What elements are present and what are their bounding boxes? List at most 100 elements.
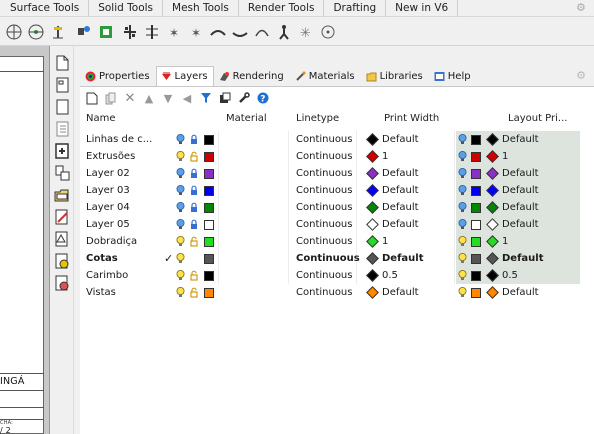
material-page-icon[interactable]: [53, 274, 71, 292]
column-header-print-width[interactable]: Print Width: [384, 111, 439, 127]
layer-lock-icon[interactable]: [189, 287, 199, 298]
layout-visibility-icon[interactable]: [458, 236, 467, 247]
layer-name[interactable]: Layer 02: [86, 165, 130, 182]
folder-page-icon[interactable]: [53, 186, 71, 204]
layout-print-width-value[interactable]: Default: [502, 131, 539, 148]
layer-visibility-icon[interactable]: [176, 134, 185, 145]
arc-icon[interactable]: [252, 22, 272, 42]
layer-lock-icon[interactable]: [189, 151, 199, 162]
pin-icon[interactable]: [74, 22, 94, 42]
layout-print-diamond[interactable]: [486, 252, 499, 265]
print-color-diamond[interactable]: [366, 269, 379, 282]
layout-visibility-icon[interactable]: [458, 185, 467, 196]
layer-lock-icon[interactable]: [189, 202, 199, 213]
layout-print-width-value[interactable]: Default: [502, 165, 539, 182]
layout-print-diamond[interactable]: [486, 184, 499, 197]
edit-page-icon[interactable]: [53, 208, 71, 226]
layer-row[interactable]: Layer 03 Continuous Default Default: [80, 182, 594, 199]
layer-visibility-icon[interactable]: [176, 270, 185, 281]
circle-cross-icon[interactable]: [4, 22, 24, 42]
column-header-linetype[interactable]: Linetype: [296, 111, 339, 127]
layer-linetype[interactable]: Continuous: [296, 250, 360, 267]
layout-visibility-icon[interactable]: [458, 202, 467, 213]
print-color-diamond[interactable]: [366, 235, 379, 248]
layout-color-swatch[interactable]: [471, 288, 481, 298]
layer-color-swatch[interactable]: [204, 152, 214, 162]
layer-visibility-icon[interactable]: [176, 287, 185, 298]
print-width-value[interactable]: 0.5: [382, 267, 398, 284]
layer-name[interactable]: Extrusões: [86, 148, 135, 165]
layer-visibility-icon[interactable]: [176, 219, 185, 230]
layout-visibility-icon[interactable]: [458, 287, 467, 298]
layout-print-width-value[interactable]: Default: [502, 199, 539, 216]
layer-color-swatch[interactable]: [204, 271, 214, 281]
curve-tool-2-icon[interactable]: [230, 22, 250, 42]
layout-print-width-value[interactable]: 0.5: [502, 267, 518, 284]
layer-visibility-icon[interactable]: [176, 151, 185, 162]
warning-page-icon[interactable]: [53, 230, 71, 248]
star-point-icon[interactable]: ✶: [164, 22, 184, 42]
sun-icon[interactable]: ✳: [296, 22, 316, 42]
coin-page-icon[interactable]: [53, 252, 71, 270]
grid-page-icon[interactable]: [53, 120, 71, 138]
layout-color-swatch[interactable]: [471, 203, 481, 213]
toolbar-tab[interactable]: Render Tools: [239, 0, 325, 17]
layout-print-width-value[interactable]: Default: [502, 216, 539, 233]
layer-state-icon[interactable]: [217, 91, 233, 105]
help-layer-icon[interactable]: ?: [255, 91, 271, 105]
layout-print-diamond[interactable]: [486, 286, 499, 299]
toolbar-tab[interactable]: Solid Tools: [89, 0, 164, 17]
print-color-diamond[interactable]: [366, 150, 379, 163]
layer-visibility-icon[interactable]: [176, 236, 185, 247]
layer-row[interactable]: Cotas ✓ Continuous Default Default: [80, 250, 594, 267]
tools-icon[interactable]: [236, 91, 252, 105]
layout-visibility-icon[interactable]: [458, 253, 467, 264]
blank-page-icon[interactable]: [53, 98, 71, 116]
layout-color-swatch[interactable]: [471, 152, 481, 162]
print-width-value[interactable]: Default: [382, 284, 419, 301]
layer-row[interactable]: Layer 04 Continuous Default Default: [80, 199, 594, 216]
layer-visibility-icon[interactable]: [176, 202, 185, 213]
layout-visibility-icon[interactable]: [458, 219, 467, 230]
print-width-value[interactable]: Default: [382, 165, 419, 182]
layer-color-swatch[interactable]: [204, 135, 214, 145]
layer-linetype[interactable]: Continuous: [296, 284, 352, 301]
orbit-icon[interactable]: [26, 22, 46, 42]
print-width-value[interactable]: Default: [382, 250, 424, 267]
layer-name[interactable]: Layer 04: [86, 199, 130, 216]
print-color-diamond[interactable]: [366, 252, 379, 265]
page-layout-icon[interactable]: [53, 76, 71, 94]
tab-materials[interactable]: Materials: [290, 66, 361, 86]
layer-linetype[interactable]: Continuous: [296, 267, 352, 284]
layout-visibility-icon[interactable]: [458, 134, 467, 145]
new-layer-icon[interactable]: [84, 91, 100, 105]
panel-gear-icon[interactable]: ⚙: [576, 69, 586, 82]
circle-target-icon[interactable]: [318, 22, 338, 42]
new-sublayer-icon[interactable]: [103, 91, 119, 105]
layer-lock-icon[interactable]: [189, 236, 199, 247]
layer-linetype[interactable]: Continuous: [296, 165, 352, 182]
print-width-value[interactable]: 1: [382, 148, 388, 165]
shape-select-icon[interactable]: [96, 22, 116, 42]
print-color-diamond[interactable]: [366, 133, 379, 146]
grid-snap-icon[interactable]: [142, 22, 162, 42]
layout-print-diamond[interactable]: [486, 218, 499, 231]
tab-libraries[interactable]: Libraries: [361, 66, 429, 86]
layer-row[interactable]: Extrusões Continuous 1 1: [80, 148, 594, 165]
layer-color-swatch[interactable]: [204, 220, 214, 230]
delete-layer-icon[interactable]: ✕: [122, 91, 138, 106]
viewport-fragment[interactable]: INGÁ CHA: / 2: [0, 46, 50, 434]
layer-color-swatch[interactable]: [204, 254, 214, 264]
tab-layers[interactable]: Layers: [155, 66, 214, 86]
layer-row[interactable]: Dobradiça Continuous 1 1: [80, 233, 594, 250]
layer-linetype[interactable]: Continuous: [296, 148, 352, 165]
layer-color-swatch[interactable]: [204, 203, 214, 213]
column-header-layout-print[interactable]: Layout Pri...: [508, 111, 567, 127]
print-color-diamond[interactable]: [366, 184, 379, 197]
layer-row[interactable]: Layer 02 Continuous Default Default: [80, 165, 594, 182]
column-header-name[interactable]: Name: [86, 111, 116, 127]
layout-print-diamond[interactable]: [486, 133, 499, 146]
layer-visibility-icon[interactable]: [176, 168, 185, 179]
layer-lock-icon[interactable]: [189, 168, 199, 179]
print-width-value[interactable]: Default: [382, 131, 419, 148]
